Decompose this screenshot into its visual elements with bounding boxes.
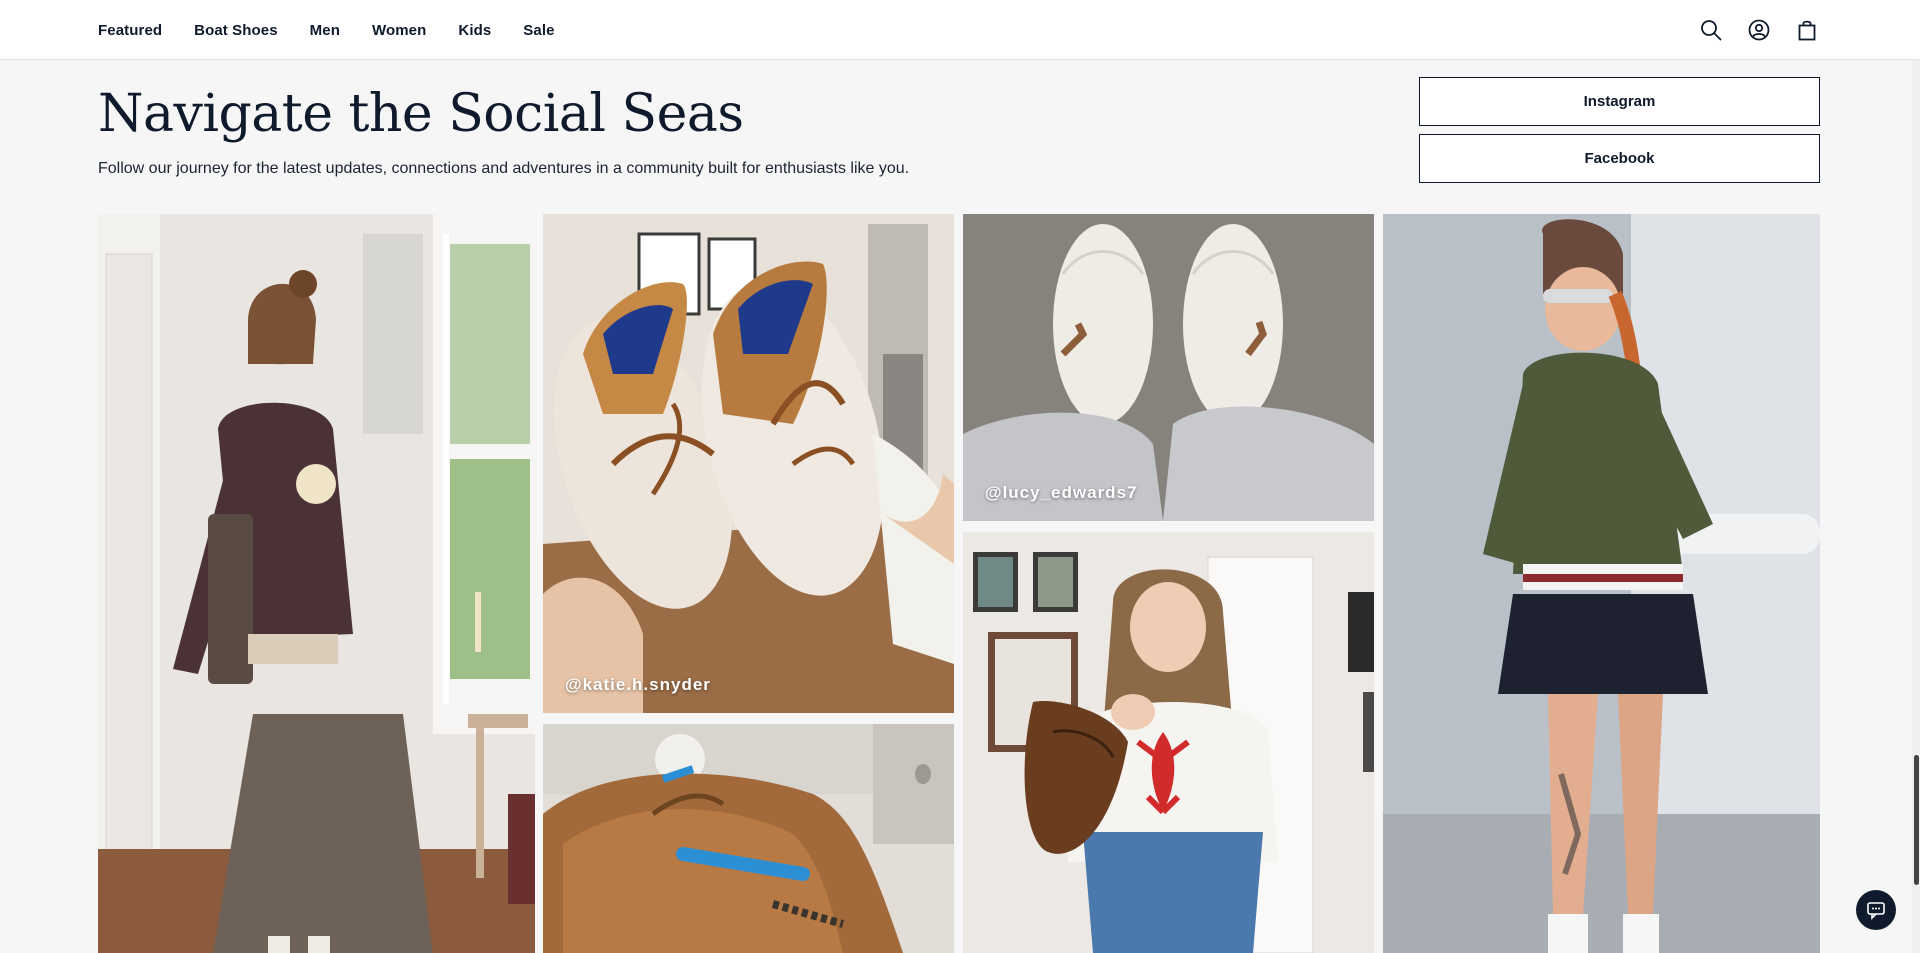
photo-fuzzy-slippers [543,214,954,713]
photo-white-boat-shoes [963,214,1374,521]
photo-suede-moccasins [543,724,954,953]
top-navigation: Featured Boat Shoes Men Women Kids Sale [0,0,1920,60]
gallery-tile-5[interactable] [963,532,1374,953]
section-subtitle: Follow our journey for the latest update… [98,160,910,177]
main-nav: Featured Boat Shoes Men Women Kids Sale [98,0,555,60]
nav-item-boat-shoes[interactable]: Boat Shoes [194,22,278,39]
header-actions [1700,0,1818,60]
tile-handle: @lucy_edwards7 [985,483,1138,502]
photo-lobster-sweater [963,532,1374,953]
gallery-tile-6[interactable] [1383,214,1820,953]
photo-green-jacket-wall [1383,214,1820,953]
nav-item-featured[interactable]: Featured [98,22,162,39]
instagram-button[interactable]: Instagram [1419,77,1820,126]
facebook-button[interactable]: Facebook [1419,134,1820,183]
nav-item-kids[interactable]: Kids [458,22,491,39]
search-icon[interactable] [1700,19,1722,41]
photo-woman-fleece-mug [98,214,535,953]
gallery-tile-1[interactable] [98,214,535,953]
chat-button[interactable] [1856,890,1896,930]
tile-handle: @katie.h.snyder [565,675,711,694]
section-title: Navigate the Social Seas [98,84,744,144]
gallery-tile-4[interactable]: @lucy_edwards7 [963,214,1374,521]
cart-icon[interactable] [1796,19,1818,41]
nav-item-women[interactable]: Women [372,22,426,39]
page-scrollbar[interactable] [1912,60,1920,953]
nav-item-men[interactable]: Men [310,22,340,39]
account-icon[interactable] [1748,19,1770,41]
nav-item-sale[interactable]: Sale [523,22,554,39]
scrollbar-thumb[interactable] [1914,755,1919,885]
chat-icon [1867,902,1885,920]
gallery-tile-2[interactable]: @katie.h.snyder [543,214,954,713]
gallery-tile-3[interactable] [543,724,954,953]
